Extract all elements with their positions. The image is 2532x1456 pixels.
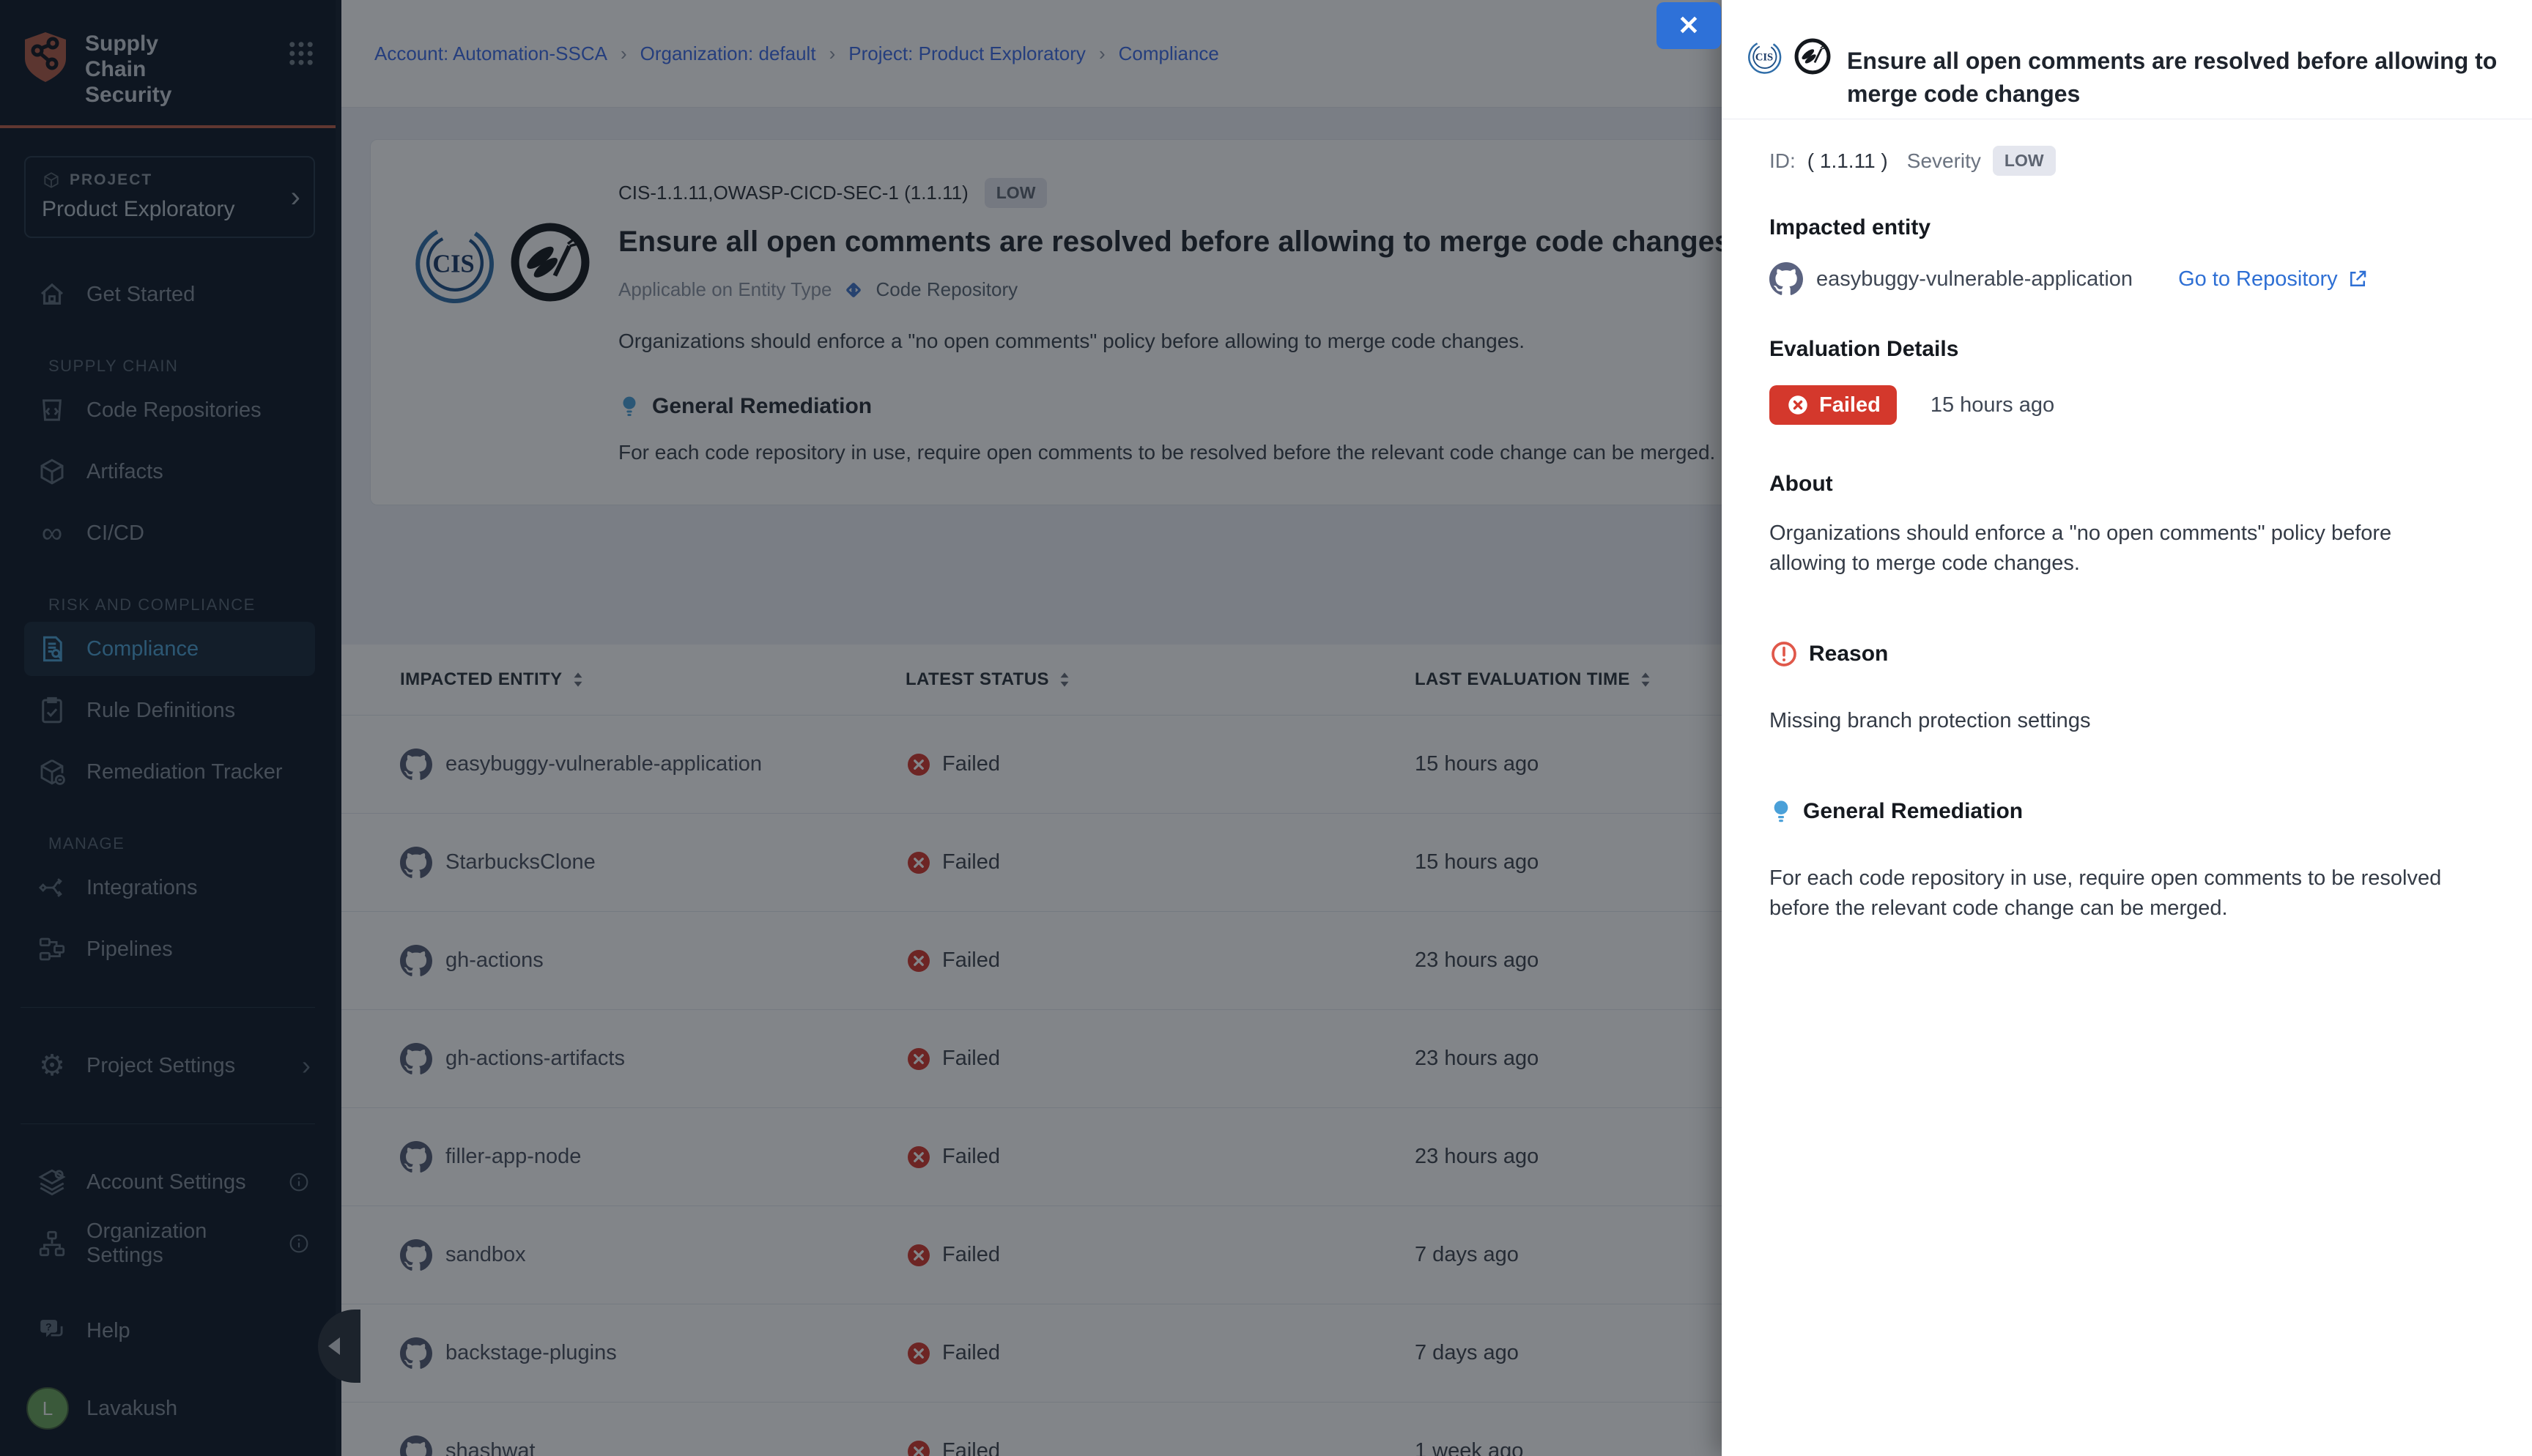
drawer-body: ID: ( 1.1.11 ) Severity LOW Impacted ent… bbox=[1722, 119, 2532, 924]
owasp-logo-icon bbox=[1793, 37, 1832, 76]
svg-text:CIS: CIS bbox=[1755, 52, 1773, 64]
id-value: ( 1.1.11 ) bbox=[1807, 149, 1888, 173]
supply-chain-security-app: Supply Chain Security PROJECT Product Ex… bbox=[0, 0, 2532, 1456]
cis-logo-icon: CIS bbox=[1746, 38, 1783, 75]
id-label: ID: bbox=[1769, 149, 1796, 173]
general-remediation-heading: General Remediation bbox=[1803, 799, 2023, 824]
about-text: Organizations should enforce a "no open … bbox=[1769, 519, 2436, 579]
failed-circle-x-icon bbox=[1785, 393, 1810, 417]
alert-circle-icon bbox=[1769, 639, 1799, 669]
drawer-close-button[interactable]: ✕ bbox=[1656, 2, 1721, 49]
impacted-entity-heading: Impacted entity bbox=[1769, 215, 2495, 240]
failed-label: Failed bbox=[1819, 393, 1881, 417]
failed-badge: Failed bbox=[1769, 385, 1897, 425]
go-to-repository-link[interactable]: Go to Repository bbox=[2178, 267, 2369, 291]
external-link-icon bbox=[2347, 268, 2369, 290]
close-icon: ✕ bbox=[1678, 10, 1700, 41]
rule-detail-drawer: CIS Ensure all open comments are resolve… bbox=[1722, 0, 2532, 1456]
severity-badge: LOW bbox=[1993, 146, 2056, 176]
about-heading: About bbox=[1769, 472, 2495, 497]
lightbulb-icon bbox=[1769, 798, 1793, 825]
evaluated-time: 15 hours ago bbox=[1931, 393, 2054, 417]
evaluation-details-heading: Evaluation Details bbox=[1769, 337, 2495, 362]
general-remediation-text: For each code repository in use, require… bbox=[1769, 863, 2462, 924]
entity-name: easybuggy-vulnerable-application bbox=[1816, 267, 2133, 291]
drawer-title: Ensure all open comments are resolved be… bbox=[1847, 45, 2503, 111]
severity-label: Severity bbox=[1907, 149, 1981, 173]
reason-heading: Reason bbox=[1809, 642, 1888, 666]
github-icon bbox=[1769, 262, 1803, 296]
drawer-header: CIS Ensure all open comments are resolve… bbox=[1722, 0, 2532, 119]
reason-text: Missing branch protection settings bbox=[1769, 706, 2436, 736]
